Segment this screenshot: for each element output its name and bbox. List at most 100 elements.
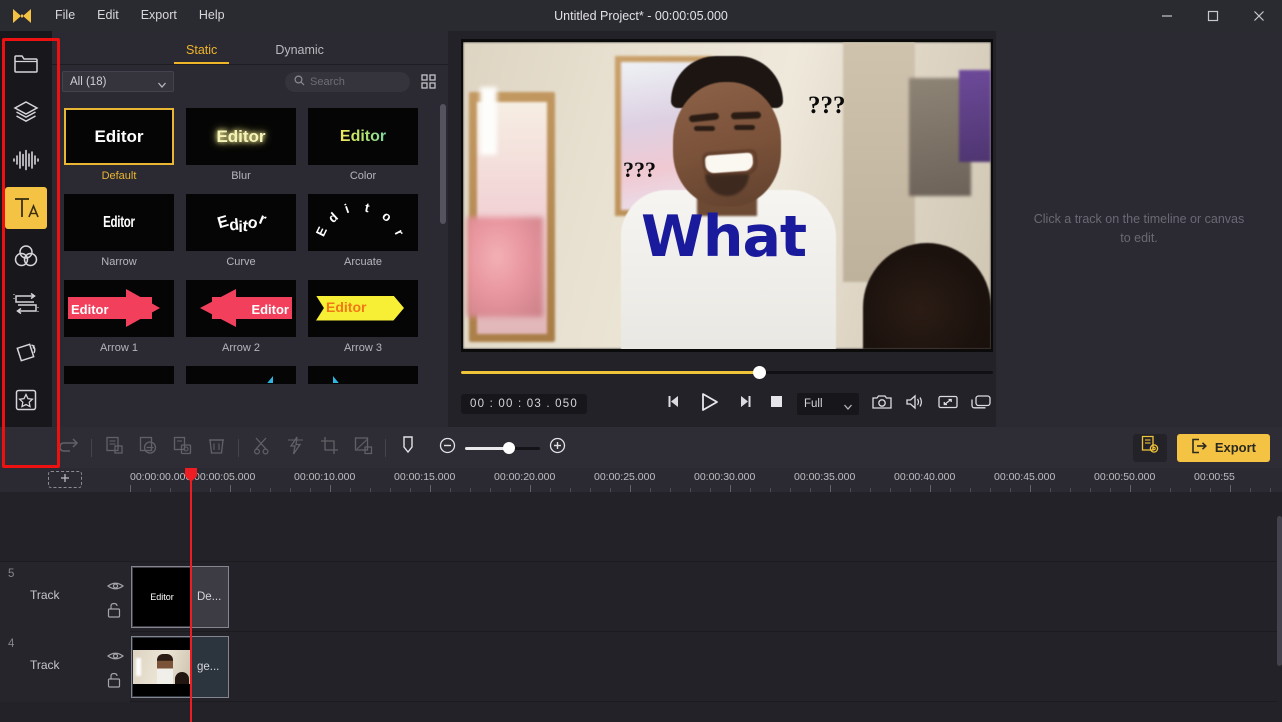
preset-scrollbar[interactable] (440, 104, 446, 420)
project-settings-button[interactable] (1132, 433, 1167, 462)
search-input[interactable] (310, 75, 405, 88)
rail-item-audio[interactable] (5, 139, 47, 181)
text-preset-panel: Static Dynamic All (18) Search Editor De… (52, 31, 448, 427)
marker-tool[interactable] (391, 431, 425, 465)
mask-tool[interactable] (346, 431, 380, 465)
fullscreen-icon[interactable] (938, 394, 958, 415)
ruler-label: 00:00:35.000 (794, 471, 856, 483)
ruler-tick-major (330, 485, 331, 492)
playhead[interactable] (185, 468, 197, 722)
tab-dynamic[interactable]: Dynamic (261, 43, 338, 64)
preset-default[interactable]: Editor Default (64, 108, 174, 182)
panel-tabs: Static Dynamic (52, 31, 448, 65)
preset-partial-3[interactable] (308, 366, 418, 384)
track-clip-area-5[interactable]: Editor De... (130, 562, 1282, 632)
grid-view-icon[interactable] (418, 72, 438, 92)
ruler-tick-major (1130, 485, 1131, 492)
unlock-icon[interactable] (107, 672, 121, 693)
menu-export[interactable]: Export (130, 0, 188, 31)
export-arrow-icon (1191, 438, 1208, 457)
preset-narrow[interactable]: Editor Narrow (64, 194, 174, 268)
rail-item-transitions[interactable] (5, 283, 47, 325)
preset-label: Curve (226, 256, 256, 268)
stop-icon[interactable] (769, 394, 784, 414)
preset-sample-blur: Editor (216, 126, 266, 146)
timeline-scrollbar[interactable] (1277, 516, 1282, 722)
eye-icon[interactable] (106, 649, 125, 667)
speaker-icon[interactable] (905, 394, 925, 415)
minimize-button[interactable] (1144, 0, 1190, 31)
close-button[interactable] (1236, 0, 1282, 31)
preset-arrow-2[interactable]: Editor Arrow 2 (186, 280, 296, 354)
project-settings-icon (1140, 435, 1160, 460)
preset-arcuate[interactable]: E d i t o r Arcuate (308, 194, 418, 268)
toolbar-icon-group (52, 431, 566, 465)
seek-bar[interactable] (461, 365, 993, 381)
timeline-empty-row[interactable] (0, 492, 1282, 562)
menu-edit[interactable]: Edit (86, 0, 130, 31)
tab-static[interactable]: Static (172, 43, 231, 64)
copy-tool[interactable] (97, 431, 131, 465)
zoom-out-icon[interactable] (439, 437, 456, 459)
search-icon (294, 73, 305, 91)
next-frame-icon[interactable] (736, 394, 753, 414)
ruler-label: 00:00:05.000 (194, 471, 256, 483)
rail-item-effects[interactable] (5, 379, 47, 421)
track-label: Track (30, 588, 60, 602)
toolbar-redo-button[interactable] (52, 431, 86, 465)
camera-icon[interactable] (872, 394, 892, 415)
preset-partial-1[interactable] (64, 366, 174, 384)
audio-wave-icon (12, 149, 40, 171)
timeline-ruler[interactable]: 00:00:00.000 00:00:05.000 00:00:10.000 00:0… (130, 468, 1282, 492)
replace-icon (173, 436, 192, 460)
rail-item-media[interactable] (5, 43, 47, 85)
preset-partial-2[interactable] (186, 366, 296, 384)
layers-icon (13, 100, 39, 124)
tool-rail (0, 31, 52, 427)
zoom-slider[interactable] (465, 441, 540, 455)
add-track-button[interactable] (48, 471, 82, 488)
preset-arrow-1[interactable]: Editor Arrow 1 (64, 280, 174, 354)
quality-select[interactable]: Full (797, 393, 859, 415)
speed-tool[interactable] (278, 431, 312, 465)
preset-blur[interactable]: Editor Blur (186, 108, 296, 182)
replace-tool[interactable] (165, 431, 199, 465)
play-icon[interactable] (699, 392, 720, 417)
rail-item-motion[interactable] (5, 331, 47, 373)
timeline: 00:00:00.000 00:00:05.000 00:00:10.000 00:0… (0, 468, 1282, 722)
timeline-clip-video[interactable]: ge... (131, 636, 229, 698)
menu-file[interactable]: File (44, 0, 86, 31)
split-tool[interactable] (244, 431, 278, 465)
zoom-slider-handle[interactable] (503, 441, 515, 454)
timeline-zoom (439, 437, 566, 459)
timeline-clip-text[interactable]: Editor De... (131, 566, 229, 628)
menu-help[interactable]: Help (188, 0, 236, 31)
preset-thumb: Editor (308, 280, 418, 337)
seek-handle[interactable] (753, 366, 766, 379)
export-button[interactable]: Export (1176, 433, 1270, 462)
pip-icon[interactable] (971, 394, 991, 415)
prev-frame-icon[interactable] (666, 394, 683, 414)
video-canvas[interactable]: ??? ??? What (461, 39, 993, 352)
eye-icon[interactable] (106, 579, 125, 597)
search-box[interactable] (285, 71, 410, 92)
video-frame: ??? ??? What (463, 42, 991, 349)
transition-arrows-icon (12, 291, 40, 317)
delete-tool[interactable] (199, 431, 233, 465)
rail-item-text[interactable] (5, 187, 47, 229)
duplicate-tool[interactable] (131, 431, 165, 465)
track-clip-area-4[interactable]: ge... (130, 632, 1282, 702)
preset-color[interactable]: Editor Color (308, 108, 418, 182)
crop-tool[interactable] (312, 431, 346, 465)
zoom-in-icon[interactable] (549, 437, 566, 459)
overlay-text[interactable]: What (641, 204, 807, 270)
maximize-button[interactable] (1190, 0, 1236, 31)
unlock-icon[interactable] (107, 602, 121, 623)
preset-scrollbar-thumb[interactable] (440, 104, 446, 224)
category-select[interactable]: All (18) (62, 71, 174, 92)
rail-item-filters[interactable] (5, 235, 47, 277)
preset-arrow-3[interactable]: Editor Arrow 3 (308, 280, 418, 354)
rail-item-stickers[interactable] (5, 91, 47, 133)
preset-curve[interactable]: Editor Curve (186, 194, 296, 268)
timeline-scrollbar-thumb[interactable] (1277, 516, 1282, 666)
